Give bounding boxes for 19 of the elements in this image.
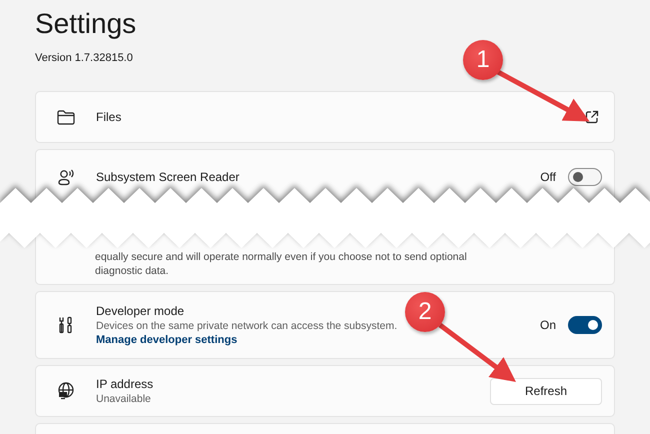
callout-badge: 1 [463,40,503,80]
setting-label: Subsystem Screen Reader [96,170,240,184]
setting-description: equally secure and will operate normally even if you choose not to send optional diagnostic data. [95,250,468,278]
toggle-switch[interactable] [568,168,602,186]
setting-description: Unavailable [96,393,151,405]
setting-label: Files [96,110,122,124]
external-link-icon[interactable] [584,109,600,125]
manage-link[interactable]: Manage developer settings [96,334,238,346]
refresh-button[interactable]: Refresh [490,378,602,404]
toggle-state-label: Off [540,170,556,184]
page-title: Settings [35,8,138,40]
setting-description: Devices on the same private network can access the subsystem. [96,320,398,332]
version-text: Version 1.7.32815.0 [35,52,133,64]
person-speaking-icon [56,167,76,187]
setting-label: Developer mode [96,304,184,318]
globe-monitor-icon [56,381,76,401]
toggle-switch[interactable] [568,316,602,334]
toggle-state-label: On [540,318,556,332]
setting-label: IP address [96,377,154,391]
